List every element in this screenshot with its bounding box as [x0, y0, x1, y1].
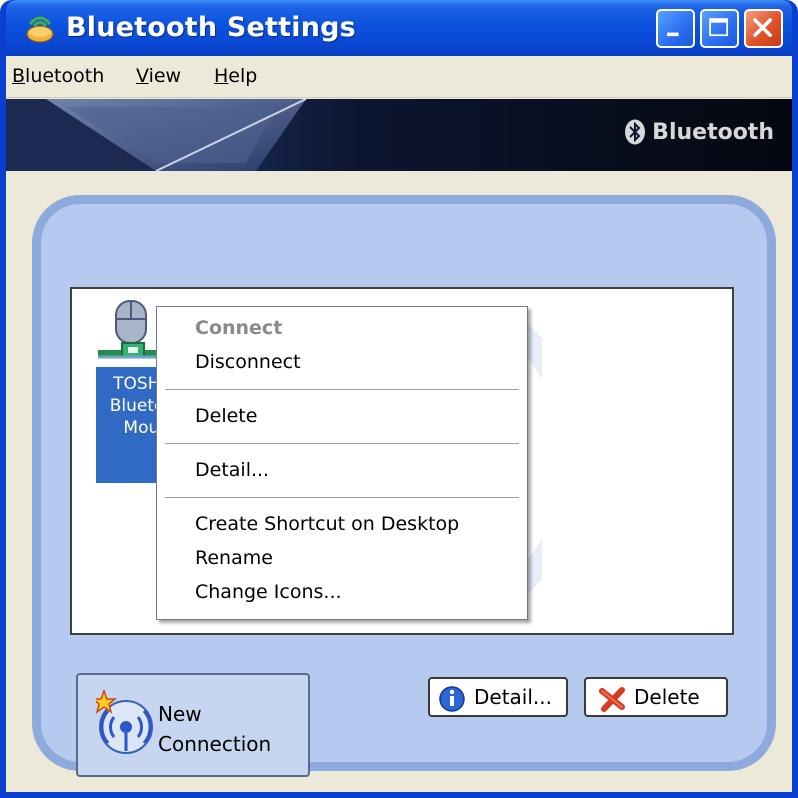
detail-button-label: Detail... — [474, 685, 552, 709]
bluetooth-rune-icon — [625, 119, 646, 145]
menu-item-detail[interactable]: Detail... — [195, 459, 269, 481]
info-icon — [439, 686, 465, 712]
delete-button[interactable]: Delete — [584, 677, 728, 717]
new-connection-icon — [96, 689, 153, 754]
close-icon — [753, 18, 773, 38]
maximize-button[interactable] — [700, 9, 739, 48]
new-connection-button[interactable]: New Connection — [76, 673, 310, 777]
menu-view-mnemonic: V — [136, 65, 149, 87]
new-connection-label: New Connection — [158, 702, 272, 756]
laptop-banner-image — [6, 99, 307, 171]
minimize-icon — [666, 32, 679, 37]
close-button[interactable] — [744, 9, 783, 48]
menu-separator — [165, 443, 519, 444]
menu-item-connect: Connect — [195, 317, 283, 339]
header-banner: Bluetooth — [6, 99, 792, 171]
bluetooth-logo-text: Bluetooth — [652, 119, 774, 145]
title-bar[interactable]: Bluetooth Settings — [6, 0, 792, 56]
menu-item-rename[interactable]: Rename — [195, 547, 273, 569]
minimize-button[interactable] — [656, 9, 695, 48]
menu-bluetooth-mnemonic: B — [12, 65, 26, 87]
menu-item-change-icons[interactable]: Change Icons... — [195, 581, 342, 603]
detail-button[interactable]: Detail... — [428, 677, 568, 717]
window-title: Bluetooth Settings — [66, 12, 356, 43]
menu-item-delete[interactable]: Delete — [195, 405, 257, 427]
delete-x-icon — [599, 687, 625, 712]
maximize-icon — [709, 18, 729, 37]
menu-item-create-shortcut[interactable]: Create Shortcut on Desktop — [195, 513, 459, 535]
menu-view[interactable]: View — [136, 65, 181, 87]
menu-help-mnemonic: H — [214, 65, 229, 87]
menu-bluetooth[interactable]: Bluetooth — [12, 65, 104, 87]
menu-bar: Bluetooth View Help — [6, 56, 792, 98]
menu-bluetooth-rest: luetooth — [25, 65, 105, 87]
mouse-icon — [98, 300, 160, 359]
menu-help[interactable]: Help — [214, 65, 257, 87]
menu-view-rest: iew — [148, 65, 182, 87]
menu-help-rest: elp — [228, 65, 258, 87]
menu-separator — [165, 389, 519, 390]
menu-separator — [165, 497, 519, 498]
bluetooth-settings-icon — [26, 16, 54, 43]
bluetooth-logo: Bluetooth — [624, 119, 774, 145]
delete-button-label: Delete — [634, 685, 700, 709]
menu-item-disconnect[interactable]: Disconnect — [195, 351, 301, 373]
context-menu: Connect Disconnect Delete Detail... Crea… — [156, 306, 528, 620]
